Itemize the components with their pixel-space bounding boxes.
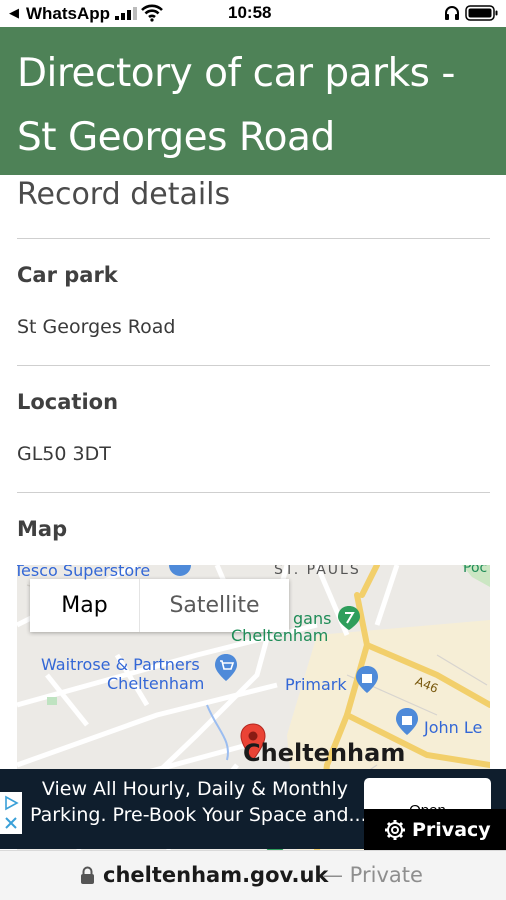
headphones-icon [445,6,459,20]
map-label-waitrose-2: Cheltenham [107,674,205,693]
divider [17,238,490,239]
battery-icon [465,5,498,21]
shopping-marker-icon [169,565,191,576]
divider [17,365,490,366]
page-header: Directory of car parks - St Georges Road [0,27,506,175]
status-bar: ◀ WhatsApp 10:58 [0,0,506,27]
ad-text-line2[interactable]: Parking. Pre-Book Your Space and... [30,804,367,826]
shopping-cart-marker-icon[interactable] [213,653,239,683]
map-label-primark: Primark [285,675,347,694]
map-view-button[interactable]: Map [30,579,140,632]
map-label-waitrose-1: Waitrose & Partners [41,655,200,674]
satellite-view-button[interactable]: Satellite [140,579,289,632]
close-icon[interactable] [3,815,19,831]
privacy-button[interactable]: Privacy [364,809,506,850]
lock-icon [81,866,94,884]
ad-info-icon[interactable] [3,795,19,811]
record-details-heading: Record details [17,177,231,212]
map-label-debenhams-2: Cheltenham [231,626,329,645]
map-type-toggle: Map Satellite [30,579,289,632]
address-bar[interactable]: cheltenham.gov.uk — Private [0,850,506,900]
privacy-label: Privacy [412,818,491,841]
divider [17,492,490,493]
gear-icon [385,819,405,840]
page-title-line2: St Georges Road [17,115,335,160]
shopping-bag-marker-icon[interactable] [394,707,420,737]
location-value: GL50 3DT [17,443,111,465]
shop-marker-icon[interactable] [336,605,362,631]
page-title: Directory of car parks - St Georges Road [17,42,490,170]
car-park-label: Car park [17,263,118,287]
map-label-john-lewis: John Le [424,718,483,737]
map-label-cheltenham: Cheltenham [243,739,406,767]
location-label: Location [17,390,119,414]
clock-time: 10:58 [228,3,272,22]
map-label: Map [17,517,68,541]
signal-icon [115,7,137,20]
shopping-bag-marker-icon[interactable] [354,665,380,695]
back-arrow-icon[interactable]: ◀ [9,5,19,21]
wifi-icon [141,4,163,22]
map-label-st-pauls: ST. PAULS [274,565,361,578]
map-label-tesco: Tesco Superstore [17,565,151,580]
car-park-value: St Georges Road [17,316,176,338]
url-domain[interactable]: cheltenham.gov.uk [103,863,328,887]
map-label-poc: Poc [463,565,488,576]
ad-choices [0,792,22,834]
ad-text-line1[interactable]: View All Hourly, Daily & Monthly [30,778,360,800]
back-to-app-label[interactable]: WhatsApp [26,4,110,24]
page-title-line1: Directory of car parks - [17,51,455,96]
private-mode-label: — Private [322,863,423,887]
